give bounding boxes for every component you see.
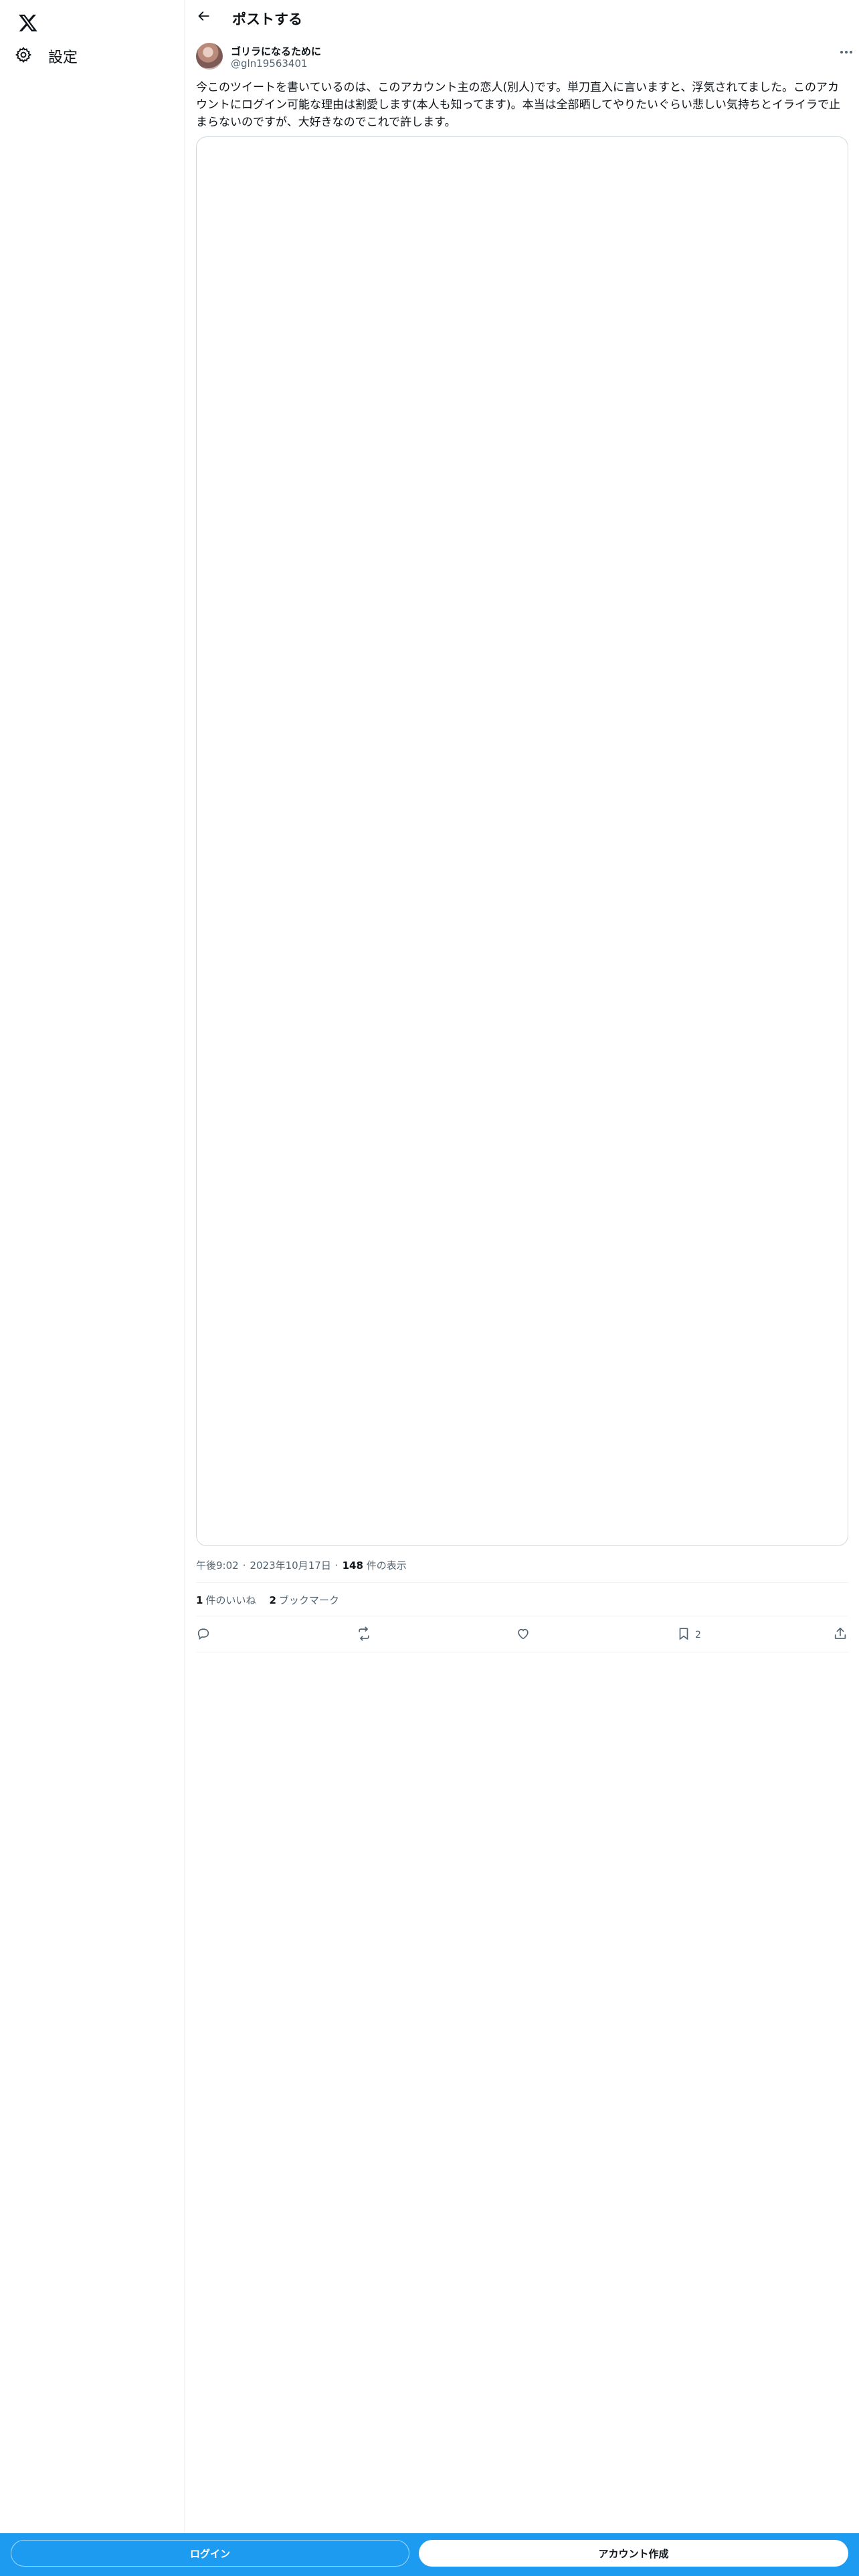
main-column: ポストする ゴリラになるために @gln19563401 今このツイートを書いて… xyxy=(185,0,859,2576)
bookmark-count: 2 xyxy=(695,1630,701,1640)
more-icon xyxy=(840,51,843,53)
post-author: ゴリラになるために @gln19563401 xyxy=(196,43,858,72)
like-button[interactable] xyxy=(516,1627,531,1643)
views-label: 件の表示 xyxy=(366,1560,407,1572)
post-date[interactable]: 2023年10月17日 xyxy=(250,1558,330,1572)
login-button[interactable]: ログイン xyxy=(11,2540,409,2567)
login-prompt-bar: ログイン アカウント作成 xyxy=(0,2533,859,2576)
heart-icon xyxy=(516,1626,531,1644)
post-meta: 午後9:02 · 2023年10月17日 · 148 件の表示 xyxy=(196,1558,407,1572)
divider xyxy=(196,1582,848,1583)
left-sidebar: 設定 xyxy=(0,0,185,2576)
author-handle[interactable]: @gln19563401 xyxy=(231,58,308,70)
sidebar-item-label: 設定 xyxy=(48,49,78,66)
page-title: ポストする xyxy=(232,11,302,27)
meta-separator: · xyxy=(242,1559,246,1572)
bookmarks-label: ブックマーク xyxy=(278,1594,339,1606)
share-icon xyxy=(833,1626,848,1644)
share-button[interactable] xyxy=(833,1627,848,1643)
likes-stat[interactable]: 1 件のいいね xyxy=(196,1593,256,1607)
post-time[interactable]: 午後9:02 xyxy=(196,1558,239,1572)
sidebar-item-settings[interactable]: 設定 xyxy=(5,39,87,74)
back-button[interactable] xyxy=(192,5,216,29)
meta-separator: · xyxy=(335,1559,339,1572)
likes-label: 件のいいね xyxy=(205,1594,256,1606)
reply-icon xyxy=(196,1626,211,1644)
gear-icon xyxy=(15,46,32,66)
more-options-button[interactable] xyxy=(834,43,858,62)
post-media[interactable] xyxy=(196,136,848,1546)
likes-count: 1 xyxy=(196,1594,203,1606)
page-header: ポストする xyxy=(185,0,859,35)
post-actions: 2 xyxy=(196,1618,848,1652)
signup-button[interactable]: アカウント作成 xyxy=(419,2540,848,2567)
post-text: 今このツイートを書いているのは、このアカウント主の恋人(別人)です。単刀直入に言… xyxy=(196,81,841,129)
bookmark-button[interactable]: 2 xyxy=(676,1627,701,1643)
repost-button[interactable] xyxy=(357,1626,371,1644)
avatar[interactable] xyxy=(196,43,223,70)
views-count: 148 xyxy=(342,1560,363,1572)
repost-icon xyxy=(357,1626,371,1644)
author-name[interactable]: ゴリラになるために xyxy=(231,44,321,58)
reply-button[interactable] xyxy=(196,1627,211,1643)
back-arrow-icon xyxy=(197,9,211,25)
x-logo-icon[interactable] xyxy=(11,5,45,40)
bookmark-icon xyxy=(676,1626,691,1644)
post-stats: 1 件のいいね 2 ブックマーク xyxy=(196,1593,339,1607)
views-stat: 148 件の表示 xyxy=(343,1558,407,1572)
bookmarks-stat[interactable]: 2 ブックマーク xyxy=(269,1593,339,1607)
bookmarks-count: 2 xyxy=(269,1594,276,1606)
